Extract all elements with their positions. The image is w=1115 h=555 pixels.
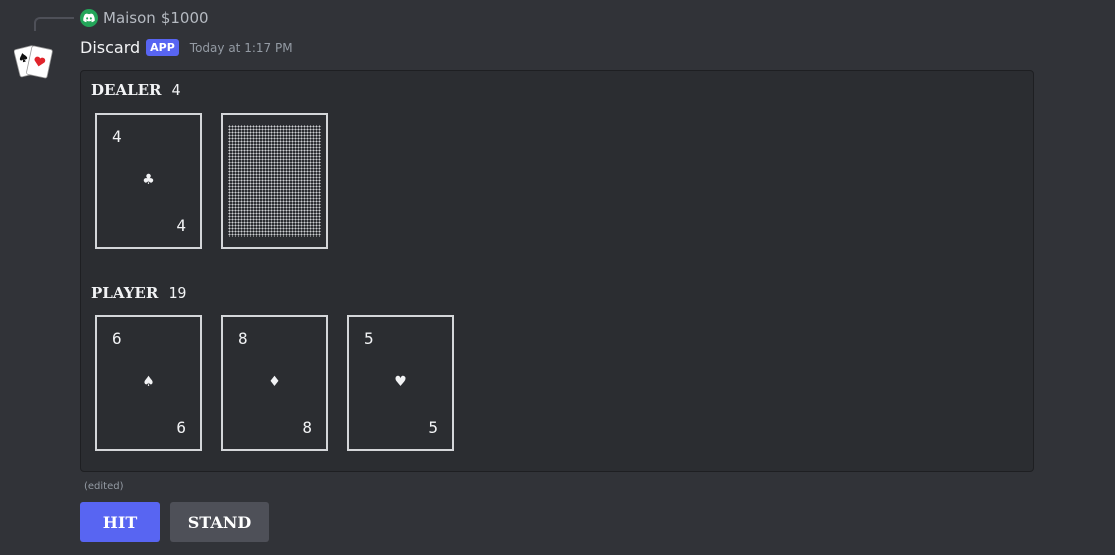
edited-label: (edited) [84,481,124,492]
game-embed: DEALER 4 4 ♣ 4 PLAYER 19 6 ♠ 6 8 ♦ 8 5 ♥… [80,70,1034,472]
player-card-1: 6 ♠ 6 [95,315,202,451]
dealer-card-1: 4 ♣ 4 [95,113,202,249]
dealer-card-2-face-down [221,113,328,249]
player-score: 19 [168,284,187,302]
dealer-heading: DEALER 4 [91,81,181,99]
card-rank: 5 [428,418,438,437]
stand-button[interactable]: STAND [170,502,269,542]
dealer-score: 4 [171,81,181,99]
hearts-icon: ♥ [395,372,406,392]
card-rank: 8 [302,418,312,437]
dealer-label: DEALER [91,81,162,99]
playing-cards-icon[interactable] [13,40,56,82]
message-header: Discard APP Today at 1:17 PM [80,38,293,57]
app-badge: APP [146,39,179,56]
hit-button[interactable]: HIT [80,502,160,542]
clubs-icon: ♣ [143,170,154,190]
reply-spine [34,17,74,31]
discord-icon [80,9,98,27]
reply-username[interactable]: Maison [103,9,156,27]
card-rank: 4 [112,127,122,146]
player-heading: PLAYER 19 [91,284,186,302]
card-rank: 5 [364,329,374,348]
spades-icon: ♠ [143,372,154,392]
message-timestamp: Today at 1:17 PM [189,40,293,55]
card-rank: 4 [176,216,186,235]
card-rank: 6 [112,329,122,348]
card-rank: 8 [238,329,248,348]
diamonds-icon: ♦ [269,372,280,392]
player-card-2: 8 ♦ 8 [221,315,328,451]
card-rank: 6 [176,418,186,437]
bot-username[interactable]: Discard [80,38,140,57]
reply-content: $1000 [160,9,209,27]
player-card-3: 5 ♥ 5 [347,315,454,451]
reply-reference[interactable]: Maison $1000 [80,8,209,28]
player-label: PLAYER [91,284,159,302]
card-back-pattern [228,125,321,237]
